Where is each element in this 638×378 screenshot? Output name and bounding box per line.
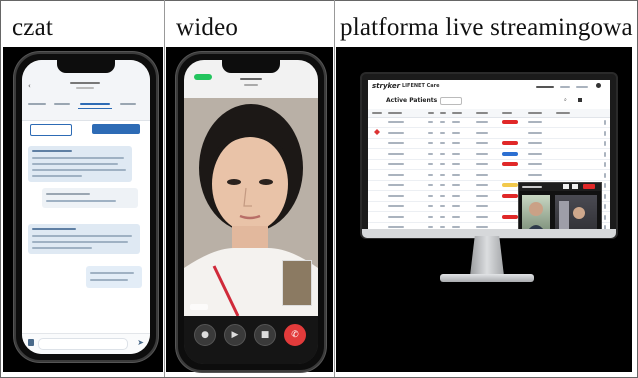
- status-badge: [502, 120, 518, 124]
- filter-icon[interactable]: [578, 98, 582, 102]
- video-popup[interactable]: [518, 182, 602, 231]
- status-badge: [502, 214, 518, 219]
- divider-2: [334, 0, 335, 377]
- attach-icon[interactable]: [28, 339, 34, 346]
- table-row[interactable]: [368, 170, 610, 181]
- caption-live-streaming: platforma live streamingowa: [340, 14, 633, 41]
- nav-item[interactable]: [576, 86, 588, 88]
- self-view-thumbnail[interactable]: [282, 260, 312, 306]
- table-row[interactable]: [368, 159, 610, 170]
- row-menu-icon[interactable]: [604, 151, 606, 157]
- phone-notch: [57, 60, 115, 73]
- status-badge: [502, 162, 518, 166]
- table-row[interactable]: [368, 117, 610, 128]
- nav-item[interactable]: [536, 86, 554, 88]
- contact-status: [76, 87, 94, 89]
- message-bubble: [28, 146, 132, 182]
- monitor-stand: [470, 236, 504, 276]
- tab-4[interactable]: [120, 103, 136, 105]
- tab-1[interactable]: [28, 103, 46, 105]
- profile-icon[interactable]: [596, 83, 601, 88]
- brand-logo: stryker: [372, 82, 401, 90]
- local-stream: [555, 195, 597, 231]
- row-menu-icon[interactable]: [604, 162, 606, 167]
- mute-icon[interactable]: ●: [194, 324, 216, 346]
- stryker-patient-icon: [374, 120, 380, 135]
- monitor-base: [440, 274, 534, 282]
- row-menu-icon[interactable]: [604, 141, 606, 146]
- secondary-button[interactable]: [30, 124, 72, 136]
- table-row[interactable]: [368, 149, 610, 160]
- message-composer: ➤: [22, 333, 150, 354]
- status-badge: [502, 193, 518, 198]
- chat-tabs: [22, 100, 150, 109]
- table-row[interactable]: [368, 138, 610, 149]
- video-phone: ● ▶ ■ ✆: [176, 52, 326, 372]
- message-bubble: [42, 188, 138, 208]
- remote-video: [184, 98, 318, 316]
- message-bubble-own: [86, 266, 142, 288]
- add-patient-button[interactable]: [440, 97, 462, 105]
- tab-active-label: [80, 103, 110, 105]
- video-label: [190, 304, 208, 310]
- camera-icon[interactable]: ▶: [224, 324, 246, 346]
- tab-2[interactable]: [54, 103, 70, 105]
- status-badge: [502, 141, 518, 145]
- popup-header: [519, 183, 601, 191]
- row-menu-icon[interactable]: [604, 172, 606, 178]
- row-menu-icon[interactable]: [604, 214, 606, 220]
- message-bubble: [28, 224, 140, 254]
- caption-video: wideo: [176, 14, 239, 41]
- call-duration: [244, 84, 258, 86]
- status-badge: [502, 183, 518, 187]
- product-name: LIFENET Care: [402, 83, 440, 89]
- chat-screen: ‹ ➤: [22, 60, 150, 354]
- popup-control[interactable]: [572, 184, 578, 189]
- back-icon[interactable]: ‹: [28, 82, 31, 90]
- status-badge: [502, 151, 518, 156]
- speaker-icon[interactable]: ■: [254, 324, 276, 346]
- row-menu-icon[interactable]: [604, 183, 606, 188]
- list-toolbar: Active Patients ⌕: [368, 93, 610, 109]
- monitor-screen: stryker LIFENET Care Active Patients ⌕: [368, 80, 610, 231]
- primary-button[interactable]: [92, 124, 140, 134]
- divider-1: [164, 0, 165, 377]
- end-call-icon[interactable]: ✆: [284, 324, 306, 346]
- table-row[interactable]: [368, 128, 610, 139]
- list-title: Active Patients: [386, 97, 438, 104]
- row-menu-icon[interactable]: [604, 120, 606, 125]
- call-timer-badge: [194, 74, 212, 80]
- caption-chat: czat: [12, 14, 54, 41]
- contact-name: [70, 82, 100, 84]
- call-controls: ● ▶ ■ ✆: [184, 316, 318, 364]
- app-header: stryker LIFENET Care: [368, 80, 610, 94]
- monitor: stryker LIFENET Care Active Patients ⌕: [360, 72, 618, 239]
- row-menu-icon[interactable]: [604, 193, 606, 199]
- popup-end-button[interactable]: [583, 184, 595, 189]
- send-icon[interactable]: ➤: [137, 339, 144, 347]
- row-menu-icon[interactable]: [604, 130, 606, 136]
- remote-stream: [522, 195, 550, 231]
- phone-notch: [222, 60, 280, 73]
- nav-item[interactable]: [560, 86, 570, 88]
- video-screen: ● ▶ ■ ✆: [184, 60, 318, 364]
- search-icon[interactable]: ⌕: [564, 98, 567, 103]
- chat-phone: ‹ ➤: [14, 52, 158, 362]
- popup-control[interactable]: [563, 184, 569, 189]
- message-input[interactable]: [38, 338, 128, 350]
- row-menu-icon[interactable]: [604, 204, 606, 209]
- callee-name: [240, 78, 262, 80]
